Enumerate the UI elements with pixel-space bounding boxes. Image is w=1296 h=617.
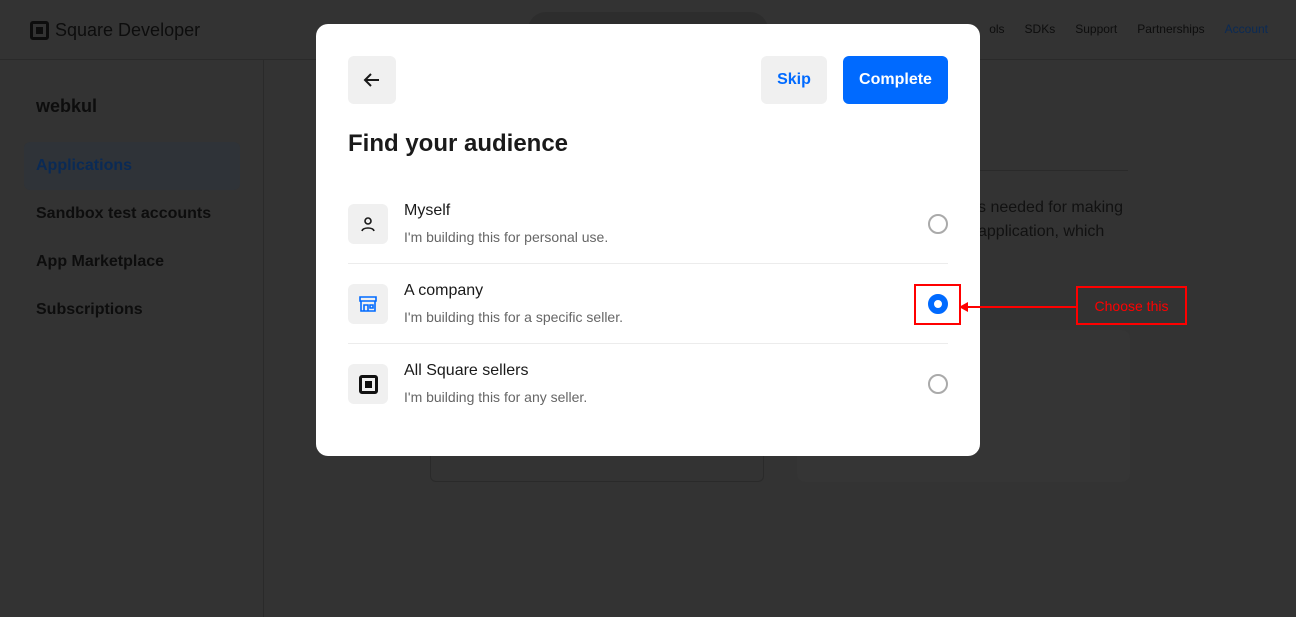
background-text: s needed for making application, which xyxy=(978,196,1123,244)
nav-tools[interactable]: ols xyxy=(989,22,1004,36)
radio-all-sellers[interactable] xyxy=(928,374,948,394)
sidebar-item-applications[interactable]: Applications xyxy=(24,142,240,190)
bg-line: s needed for making xyxy=(978,199,1123,216)
back-button[interactable] xyxy=(348,56,396,104)
square-logo-icon xyxy=(30,21,49,40)
option-subtitle: I'm building this for a specific seller. xyxy=(404,309,623,325)
annotation-callout: Choose this xyxy=(1076,286,1187,325)
nav-support[interactable]: Support xyxy=(1075,22,1117,36)
sidebar-item-marketplace[interactable]: App Marketplace xyxy=(24,238,240,286)
radio-myself[interactable] xyxy=(928,214,948,234)
option-company[interactable]: A company I'm building this for a specif… xyxy=(348,264,948,344)
logo-text: Square Developer xyxy=(55,20,201,40)
nav-partnerships[interactable]: Partnerships xyxy=(1137,22,1204,36)
sidebar: webkul Applications Sandbox test account… xyxy=(0,60,264,617)
square-developer-logo[interactable]: Square Developer xyxy=(30,20,200,41)
audience-modal: Skip Complete Find your audience Myself … xyxy=(316,24,980,456)
option-subtitle: I'm building this for personal use. xyxy=(404,229,609,245)
arrow-head-icon xyxy=(959,302,968,312)
sidebar-item-sandbox[interactable]: Sandbox test accounts xyxy=(24,190,240,238)
modal-title: Find your audience xyxy=(348,130,569,157)
option-title: Myself xyxy=(404,202,451,219)
person-icon xyxy=(348,204,388,244)
arrow-left-icon xyxy=(363,73,379,87)
skip-button[interactable]: Skip xyxy=(761,56,827,104)
divider xyxy=(980,170,1128,171)
nav-sdks[interactable]: SDKs xyxy=(1025,22,1056,36)
sidebar-item-subscriptions[interactable]: Subscriptions xyxy=(24,286,240,334)
annotation-highlight-box xyxy=(914,284,961,325)
option-title: A company xyxy=(404,282,484,299)
org-name: webkul xyxy=(36,96,98,116)
storefront-icon xyxy=(348,284,388,324)
bg-line: application, which xyxy=(978,223,1105,240)
square-logo-icon xyxy=(348,364,388,404)
option-myself[interactable]: Myself I'm building this for personal us… xyxy=(348,184,948,264)
nav-account[interactable]: Account xyxy=(1225,22,1268,36)
option-subtitle: I'm building this for any seller. xyxy=(404,389,588,405)
complete-button[interactable]: Complete xyxy=(843,56,948,104)
top-nav: ols SDKs Support Partnerships Account xyxy=(989,22,1268,36)
option-all-sellers[interactable]: All Square sellers I'm building this for… xyxy=(348,344,948,424)
option-title: All Square sellers xyxy=(404,362,529,379)
annotation-arrow xyxy=(966,306,1076,308)
